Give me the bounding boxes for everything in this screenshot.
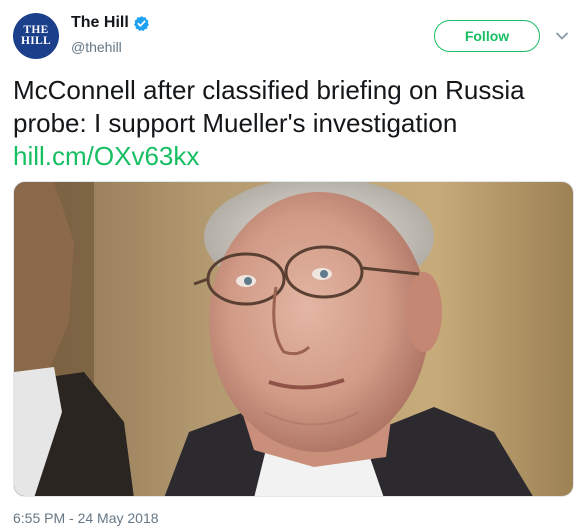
media-photo[interactable] [13, 181, 574, 497]
handle[interactable]: @thehill [71, 39, 122, 55]
chevron-down-icon[interactable] [555, 29, 569, 43]
tweet-timestamp[interactable]: 6:55 PM - 24 May 2018 [13, 510, 159, 526]
tweet-text: McConnell after classified briefing on R… [13, 75, 525, 138]
author-name-row: The Hill [71, 14, 150, 32]
photo-of-man-with-glasses [14, 182, 573, 496]
avatar[interactable]: THE HILL [13, 13, 59, 59]
tweet-link[interactable]: hill.cm/OXv63kx [13, 140, 199, 173]
display-name[interactable]: The Hill [71, 14, 129, 32]
follow-button[interactable]: Follow [434, 20, 540, 52]
avatar-text-line-2: HILL [21, 35, 51, 47]
verified-badge-icon [133, 15, 149, 31]
